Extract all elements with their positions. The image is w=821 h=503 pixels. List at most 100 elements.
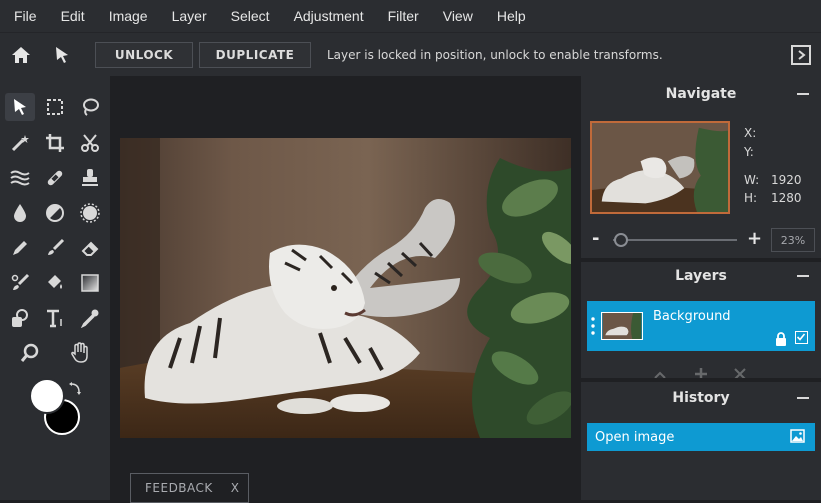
duplicate-button[interactable]: DUPLICATE <box>199 41 311 68</box>
zoom-tool[interactable] <box>15 339 45 367</box>
gradient-tool[interactable] <box>75 269 105 297</box>
eraser-tool[interactable] <box>75 234 105 262</box>
status-message: Layer is locked in position, unlock to e… <box>327 47 663 62</box>
feedback-label: FEEDBACK <box>145 481 213 495</box>
sponge-icon <box>80 203 100 223</box>
zoom-slider-track[interactable] <box>613 239 737 241</box>
marquee-icon <box>47 99 63 115</box>
shapes-icon <box>12 309 28 327</box>
fill-tool[interactable] <box>40 269 70 297</box>
text-tool[interactable] <box>40 304 70 332</box>
home-icon[interactable] <box>0 33 42 77</box>
bandage-icon <box>47 170 63 186</box>
crop-icon <box>46 134 64 152</box>
eraser-icon <box>81 241 99 256</box>
options-bar: UNLOCK DUPLICATE Layer is locked in posi… <box>0 32 821 76</box>
menu-help[interactable]: Help <box>497 8 526 24</box>
navigate-title: Navigate <box>665 86 737 102</box>
navigate-panel-header: Navigate <box>581 76 821 112</box>
layer-drag-handle-icon[interactable] <box>591 316 595 336</box>
x-label: X: <box>744 126 757 140</box>
clone-stamp-tool[interactable] <box>75 164 105 192</box>
layers-panel-header: Layers <box>581 258 821 294</box>
zoom-in-button[interactable]: + <box>747 228 762 249</box>
unlock-button[interactable]: UNLOCK <box>95 41 193 68</box>
menu-view[interactable]: View <box>443 8 473 24</box>
lock-icon[interactable] <box>775 331 787 346</box>
layer-row[interactable]: Background <box>587 301 815 351</box>
height-value: 1280 <box>771 191 802 205</box>
menu-edit[interactable]: Edit <box>61 8 85 24</box>
canvas-area[interactable]: FEEDBACK X <box>110 76 581 503</box>
menu-filter[interactable]: Filter <box>388 8 419 24</box>
liquify-tool[interactable] <box>5 164 35 192</box>
gradient-icon <box>81 274 99 292</box>
magic-wand-tool[interactable] <box>5 129 35 157</box>
brush-icon <box>48 238 65 255</box>
menu-adjustment[interactable]: Adjustment <box>294 8 364 24</box>
paint-bucket-icon <box>48 275 62 289</box>
blur-tool[interactable] <box>5 199 35 227</box>
height-label: H: <box>744 191 758 205</box>
document-image[interactable] <box>120 138 571 438</box>
pointer-tool[interactable] <box>5 93 35 121</box>
drop-icon <box>14 204 26 222</box>
menu-image[interactable]: Image <box>109 8 148 24</box>
cut-tool[interactable] <box>75 129 105 157</box>
stamp-icon <box>82 169 98 186</box>
foreground-color-swatch[interactable] <box>29 378 65 414</box>
crop-tool[interactable] <box>40 129 70 157</box>
history-item[interactable]: Open image <box>587 423 815 451</box>
eyedropper-icon <box>80 309 99 328</box>
history-title: History <box>672 390 730 406</box>
zoom-out-button[interactable]: - <box>592 228 599 249</box>
feedback-button[interactable]: FEEDBACK X <box>130 473 249 503</box>
panel-toggle-icon[interactable] <box>791 45 811 65</box>
menu-bar: File Edit Image Layer Select Adjustment … <box>0 0 821 32</box>
text-icon <box>47 309 62 328</box>
pencil-icon <box>13 241 27 255</box>
pointer-icon <box>14 99 26 115</box>
scissors-icon <box>81 134 99 152</box>
lasso-icon <box>83 98 99 116</box>
width-label: W: <box>744 173 760 187</box>
navigator-thumbnail[interactable] <box>590 121 730 214</box>
layers-title: Layers <box>675 268 727 284</box>
eyedropper-tool[interactable] <box>75 304 105 332</box>
layers-minimize-icon[interactable] <box>797 275 809 277</box>
color-replace-icon <box>11 273 30 290</box>
swap-colors-icon[interactable] <box>68 381 82 395</box>
magic-wand-icon <box>11 135 29 152</box>
lasso-tool[interactable] <box>75 93 105 121</box>
layer-thumbnail <box>601 312 643 340</box>
menu-select[interactable]: Select <box>231 8 270 24</box>
side-panels: Navigate X: Y: W: 1920 H: 1280 - + 23% L… <box>581 76 821 500</box>
sponge-tool[interactable] <box>75 199 105 227</box>
magnifier-icon <box>20 343 39 362</box>
zoom-percent-field[interactable]: 23% <box>771 228 815 252</box>
width-value: 1920 <box>771 173 802 187</box>
healing-tool[interactable] <box>40 164 70 192</box>
brush-tool[interactable] <box>40 234 70 262</box>
shape-tool[interactable] <box>5 304 35 332</box>
half-circle-icon <box>46 204 64 222</box>
visibility-checkbox-icon[interactable] <box>795 331 808 344</box>
hand-tool[interactable] <box>65 339 95 367</box>
y-label: Y: <box>744 145 754 159</box>
menu-file[interactable]: File <box>14 8 37 24</box>
history-minimize-icon[interactable] <box>797 397 809 399</box>
navigate-minimize-icon[interactable] <box>797 93 809 95</box>
tools-panel <box>0 76 110 500</box>
move-tool-indicator-icon <box>42 33 82 77</box>
color-replace-tool[interactable] <box>5 269 35 297</box>
hand-icon <box>71 342 88 363</box>
dodge-tool[interactable] <box>40 199 70 227</box>
zoom-slider-handle[interactable] <box>614 233 629 247</box>
pencil-tool[interactable] <box>5 234 35 262</box>
layer-name[interactable]: Background <box>653 309 731 324</box>
waves-icon <box>10 170 30 186</box>
history-panel-header: History <box>581 380 821 416</box>
feedback-close-button[interactable]: X <box>231 481 240 495</box>
rect-select-tool[interactable] <box>40 93 70 121</box>
menu-layer[interactable]: Layer <box>172 8 207 24</box>
